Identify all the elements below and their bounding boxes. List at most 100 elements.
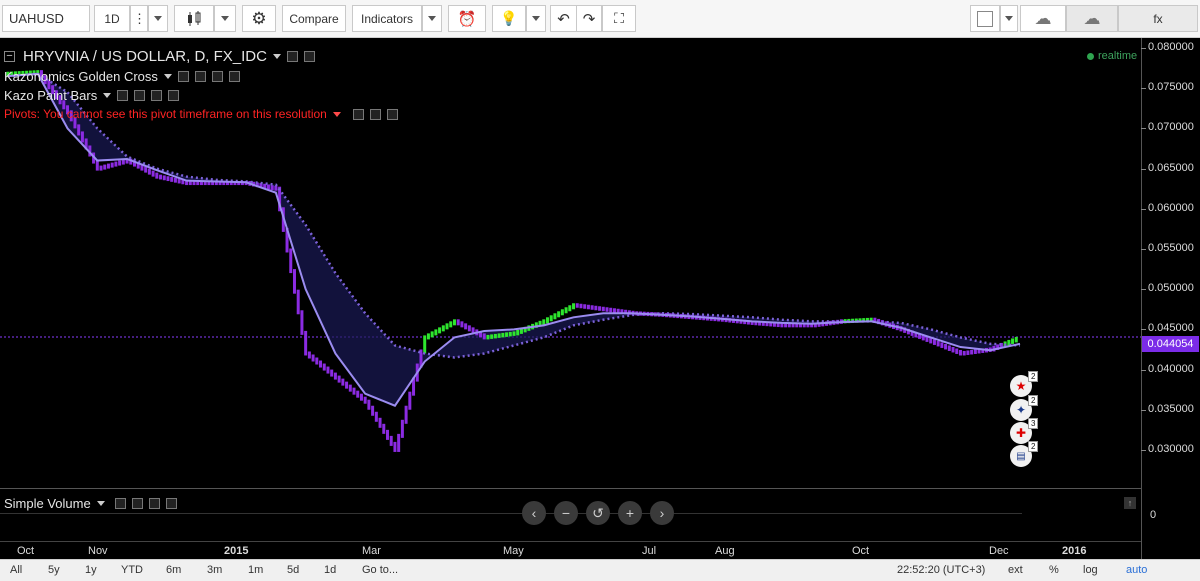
settings-icon[interactable] — [134, 90, 146, 101]
extended-hours-toggle[interactable]: ext — [1008, 564, 1023, 576]
paint-bar — [292, 269, 296, 294]
settings-icon[interactable] — [303, 51, 315, 62]
eye-icon[interactable] — [117, 90, 129, 101]
chevron-down-icon[interactable] — [332, 111, 341, 117]
chart-style-button[interactable] — [174, 5, 214, 32]
eye-icon[interactable] — [114, 498, 126, 509]
time-axis[interactable]: Oct Nov 2015 Mar May Jul Aug Oct Dec 201… — [0, 541, 1141, 560]
range-ytd-button[interactable]: YTD — [121, 564, 143, 576]
chevron-down-icon — [154, 16, 162, 21]
settings-button[interactable]: ⚙ — [242, 5, 276, 32]
range-3m-button[interactable]: 3m — [207, 564, 222, 576]
time-tick: 2015 — [224, 545, 249, 557]
range-5d-button[interactable]: 5d — [287, 564, 299, 576]
indicators-button[interactable]: Indicators — [352, 5, 422, 32]
redo-button[interactable]: ↷ — [576, 5, 602, 32]
paint-bar — [594, 305, 598, 311]
settings-icon[interactable] — [131, 498, 143, 509]
alert-button[interactable]: ⏰ — [448, 5, 486, 32]
scroll-left-button[interactable]: ‹ — [522, 501, 546, 525]
chart-title-legend[interactable]: − HRYVNIA / US DOLLAR, D, FX_IDC — [4, 48, 315, 65]
percent-scale-toggle[interactable]: % — [1049, 564, 1059, 576]
zoom-in-button[interactable]: + — [618, 501, 642, 525]
collapse-icon[interactable]: − — [4, 51, 15, 62]
close-icon[interactable] — [168, 90, 180, 101]
symbol-input[interactable]: UAHUSD — [2, 5, 90, 32]
event-count-badge: 2 — [1028, 395, 1039, 406]
paint-bar — [973, 349, 977, 354]
paint-bar — [445, 323, 449, 330]
volume-baseline — [0, 513, 1022, 514]
paint-bar — [173, 177, 177, 183]
price-tick-mark — [1141, 88, 1146, 90]
paint-bar — [147, 168, 151, 175]
fullscreen-icon: ⛶ — [614, 10, 624, 26]
chevron-down-icon[interactable] — [163, 74, 172, 79]
range-6m-button[interactable]: 6m — [166, 564, 181, 576]
interval-button[interactable]: 1D — [94, 5, 130, 32]
paint-bar — [434, 329, 438, 336]
undo-button[interactable]: ↶ — [550, 5, 576, 32]
range-1d-button[interactable]: 1d — [324, 564, 336, 576]
paint-bar — [367, 399, 371, 410]
realtime-label: realtime — [1098, 50, 1138, 62]
more-intervals-button[interactable]: ⋮ — [130, 5, 148, 32]
price-tick-label: 0.045000 — [1148, 322, 1194, 335]
chevron-down-icon[interactable] — [103, 93, 112, 98]
clock-timezone[interactable]: 22:52:20 (UTC+3) — [897, 564, 985, 576]
paint-bar — [557, 311, 561, 318]
go-to-date-button[interactable]: Go to... — [362, 564, 398, 576]
price-tick-label: 0.065000 — [1148, 161, 1194, 174]
settings-icon[interactable] — [194, 71, 206, 82]
chevron-down-icon[interactable] — [272, 54, 281, 59]
zoom-out-button[interactable]: − — [554, 501, 578, 525]
paint-bar — [322, 363, 326, 371]
ideas-button[interactable]: 💡 — [492, 5, 526, 32]
braces-icon[interactable] — [148, 498, 160, 509]
chevron-down-icon[interactable] — [96, 501, 105, 506]
save-layout-button[interactable]: ☁ — [1066, 5, 1118, 32]
china-flag-icon[interactable]: ★ 2 — [1010, 371, 1039, 397]
paint-bar — [962, 350, 966, 356]
load-layout-button[interactable]: ☁ — [1020, 5, 1066, 32]
eye-icon[interactable] — [286, 51, 298, 62]
price-tick-label: 0.080000 — [1148, 41, 1194, 54]
close-icon[interactable] — [228, 71, 240, 82]
ideas-dropdown[interactable] — [526, 5, 546, 32]
volume-legend[interactable]: Simple Volume — [4, 496, 177, 511]
braces-icon[interactable] — [151, 90, 163, 101]
color-picker-dropdown[interactable] — [1000, 5, 1018, 32]
settings-icon[interactable] — [369, 108, 381, 120]
color-picker-button[interactable] — [970, 5, 1000, 32]
fx-button[interactable]: fx — [1118, 5, 1198, 32]
eye-icon[interactable] — [177, 71, 189, 82]
indicator-legend-pivots[interactable]: Pivots: You cannot see this pivot timefr… — [4, 107, 398, 121]
chevron-right-icon: › — [659, 505, 665, 521]
fullscreen-button[interactable]: ⛶ — [602, 5, 636, 32]
indicator-legend-paint-bars[interactable]: Kazo Paint Bars — [4, 88, 180, 103]
indicators-dropdown[interactable] — [422, 5, 442, 32]
interval-dropdown-button[interactable] — [148, 5, 168, 32]
range-1m-button[interactable]: 1m — [248, 564, 263, 576]
close-icon[interactable] — [165, 498, 177, 509]
close-icon[interactable] — [386, 108, 398, 120]
chart-area[interactable]: − HRYVNIA / US DOLLAR, D, FX_IDC Kazonom… — [0, 38, 1200, 541]
pane-maximize-icon[interactable]: ↑ — [1124, 497, 1136, 509]
range-all-button[interactable]: All — [10, 564, 22, 576]
eye-icon[interactable] — [352, 108, 364, 120]
auto-scale-toggle[interactable]: auto — [1126, 564, 1147, 576]
price-tick-mark — [1141, 329, 1146, 331]
indicator-legend-golden-cross[interactable]: Kazonomics Golden Cross — [4, 69, 240, 84]
reset-chart-button[interactable]: ↺ — [586, 501, 610, 525]
log-scale-toggle[interactable]: log — [1083, 564, 1098, 576]
scroll-right-button[interactable]: › — [650, 501, 674, 525]
range-1y-button[interactable]: 1y — [85, 564, 97, 576]
chart-style-dropdown[interactable] — [214, 5, 236, 32]
usa-flag-icon[interactable]: ▤ 2 — [1010, 441, 1039, 467]
status-dot-icon — [1087, 52, 1094, 60]
braces-icon[interactable] — [211, 71, 223, 82]
range-5y-button[interactable]: 5y — [48, 564, 60, 576]
paint-bar — [482, 333, 486, 340]
compare-button[interactable]: Compare — [282, 5, 346, 32]
paint-bar — [493, 333, 497, 339]
